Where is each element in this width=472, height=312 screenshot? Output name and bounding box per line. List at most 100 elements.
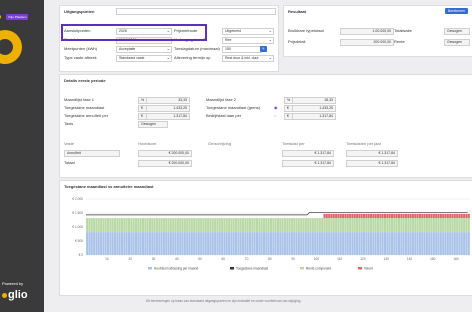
result-value-field[interactable]: Gewogen xyxy=(444,28,470,35)
verlenging-select[interactable]: Ree xyxy=(222,37,274,44)
bar-segment xyxy=(351,218,354,233)
bar xyxy=(183,232,186,255)
bar-segment xyxy=(242,218,245,233)
bar xyxy=(414,232,417,255)
vaste-aftreek-select[interactable]: Standaard vaste xyxy=(116,55,172,62)
bar-segment xyxy=(204,218,207,233)
calculate-button[interactable]: Berekenen xyxy=(445,8,468,14)
deficit-bar xyxy=(465,213,468,219)
bar-segment xyxy=(211,218,214,233)
bar-segment xyxy=(372,218,375,233)
bar-segment xyxy=(162,218,165,233)
details-value-field[interactable]: 1.317,84 xyxy=(146,113,190,120)
details-panel-title: Details eerste periode xyxy=(64,78,106,83)
taxis-field[interactable]: Gewogen xyxy=(138,121,168,128)
x-tick-label: 10 xyxy=(105,257,109,261)
bar-segment xyxy=(330,218,333,233)
table-cell[interactable]: € 1.317,84 xyxy=(346,160,398,167)
x-tick-label: 130 xyxy=(384,257,390,261)
bar-segment xyxy=(107,218,110,233)
details-value-field[interactable]: 1.433,25 xyxy=(292,105,336,112)
details-label: Bedrijfslast laan per xyxy=(206,113,242,118)
bar xyxy=(193,232,196,255)
x-tick-label: 150 xyxy=(430,257,436,261)
bar xyxy=(314,232,317,255)
details-value-field[interactable]: 18,33 xyxy=(292,97,336,104)
edit-button[interactable]: ✎ xyxy=(260,46,267,52)
bar-segment xyxy=(102,218,105,233)
meetpunten-select[interactable]: Acceptatie xyxy=(116,46,172,53)
table-cell[interactable]: € 1.317,84 xyxy=(346,150,398,157)
bar-segment xyxy=(221,218,224,233)
bar xyxy=(148,232,151,255)
bar-segment xyxy=(169,218,172,233)
bar-segment xyxy=(123,218,126,233)
table-cell[interactable]: € 1.317,84 xyxy=(282,150,334,157)
bar xyxy=(123,232,126,255)
bar-segment xyxy=(174,218,177,233)
bar-segment xyxy=(146,218,149,233)
bar-segment xyxy=(416,218,419,233)
y-tick-label: € 0 xyxy=(79,253,84,257)
bar xyxy=(155,232,158,255)
details-value-field[interactable]: 33,33 xyxy=(146,97,190,104)
radio-icon[interactable]: ○ xyxy=(274,113,276,119)
bar-segment xyxy=(358,218,361,233)
table-cell[interactable]: € 200.000,00 xyxy=(138,160,192,167)
toeslagdatum-field[interactable]: 150 xyxy=(222,46,262,53)
bar xyxy=(456,232,459,255)
deficit-bar xyxy=(374,213,377,219)
bar xyxy=(467,232,470,255)
bar xyxy=(95,232,98,255)
details-value-field[interactable]: 1.433,25 xyxy=(146,105,190,112)
deficit-bar xyxy=(418,213,421,219)
bar xyxy=(381,232,384,255)
x-tick-label: 120 xyxy=(360,257,366,261)
details-value-field[interactable]: 1.317,84 xyxy=(292,113,336,120)
prijsmethode-select[interactable]: Uitgebreid xyxy=(222,28,274,35)
bar xyxy=(423,232,426,255)
bar-segment xyxy=(321,218,324,233)
bar-segment xyxy=(144,218,147,233)
bar xyxy=(416,232,419,255)
bar-segment xyxy=(388,218,391,233)
deficit-bar xyxy=(390,213,393,219)
bar xyxy=(204,232,207,255)
deficit-bar xyxy=(409,213,412,219)
details-panel: Details eerste periode Maandlijst fase 1… xyxy=(59,74,472,178)
bar-segment xyxy=(428,218,431,233)
bar xyxy=(300,232,303,255)
details-label: Taxis xyxy=(64,121,74,126)
bar xyxy=(160,232,163,255)
aflevering-select[interactable]: Rest duur & inkl. duur xyxy=(222,55,274,62)
deficit-bar xyxy=(328,213,331,219)
bar-segment xyxy=(276,218,279,233)
bar xyxy=(174,232,177,255)
bar xyxy=(404,232,407,255)
x-tick-label: 20 xyxy=(128,257,132,261)
bar-segment xyxy=(218,218,221,233)
field-label: Meetpunten (kWh) xyxy=(64,46,97,51)
start-panel: Uitgangspunten Aansluitpunten 2026 Start… xyxy=(59,5,279,72)
bar xyxy=(225,232,228,255)
result-value-field[interactable]: 1.00.000,00 xyxy=(340,28,394,35)
table-cell[interactable]: Annuïteit xyxy=(64,150,120,157)
bar-segment xyxy=(288,218,291,233)
deficit-bar xyxy=(381,213,384,219)
result-value-field[interactable]: Gewogen xyxy=(444,39,470,46)
bar xyxy=(235,232,238,255)
deficit-bar xyxy=(402,213,405,219)
bar xyxy=(109,232,112,255)
bar xyxy=(332,232,335,255)
table-cell[interactable]: € 1.317,84 xyxy=(282,160,334,167)
result-value-field[interactable]: 200.000,00 xyxy=(340,39,394,46)
table-header: Hoofdsom xyxy=(138,141,157,146)
bar xyxy=(367,232,370,255)
deficit-bar xyxy=(351,213,354,219)
table-cell[interactable]: € 200.000,00 xyxy=(138,150,192,157)
start-panel-search-input[interactable] xyxy=(116,8,276,15)
radio-icon[interactable]: ◉ xyxy=(274,105,278,111)
deficit-bar xyxy=(446,213,449,219)
bar-segment xyxy=(418,218,421,233)
bar-segment xyxy=(328,218,331,233)
